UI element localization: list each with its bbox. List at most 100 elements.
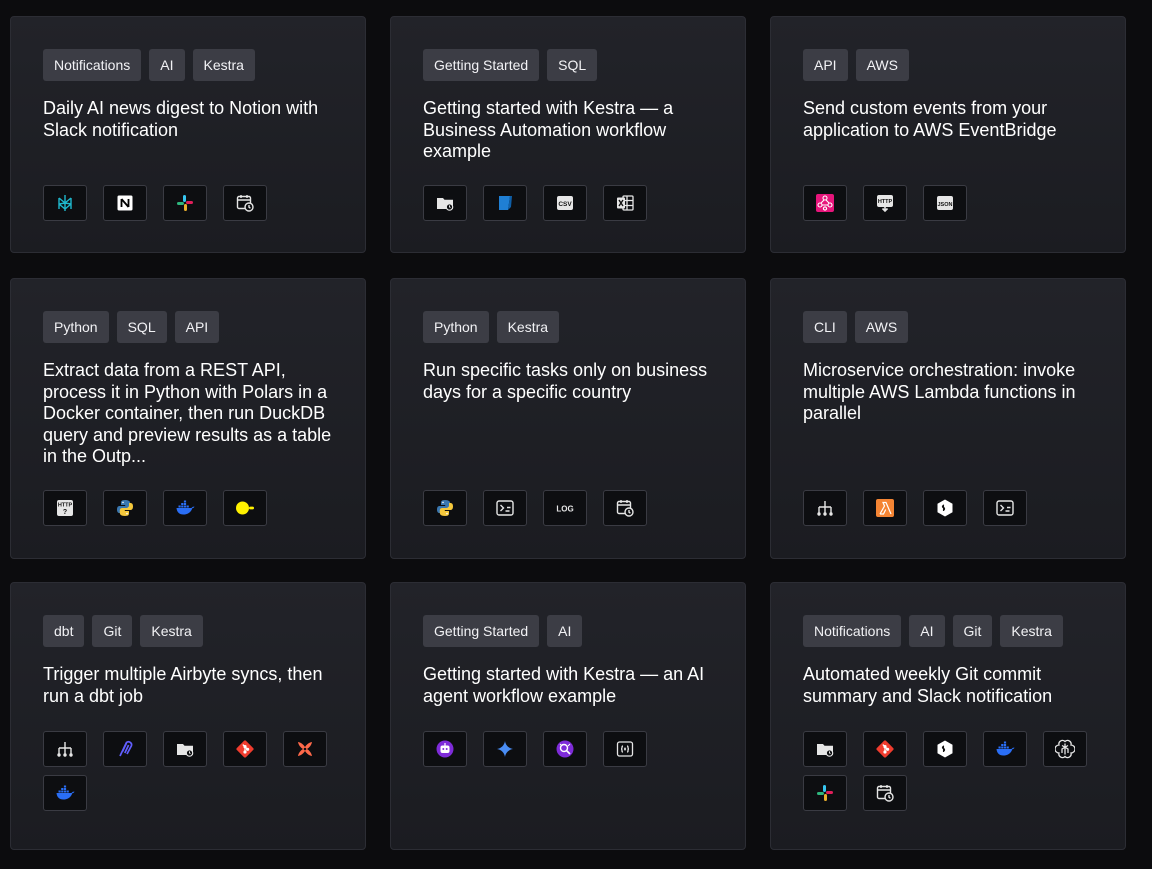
tag-list: Notifications AI Kestra (43, 49, 333, 81)
perplexity-icon (43, 185, 87, 221)
parallel-flow-icon (803, 490, 847, 526)
card-title: Extract data from a REST API, process it… (43, 360, 332, 466)
json-icon: JSON (923, 185, 967, 221)
csv-icon: CSV (543, 185, 587, 221)
folder-icon (163, 731, 207, 767)
card-title: Trigger multiple Airbyte syncs, then run… (43, 664, 323, 706)
tag-python: Python (423, 311, 489, 343)
gemini-icon (483, 731, 527, 767)
folder-icon (803, 731, 847, 767)
blueprint-card[interactable]: Getting Started SQL Getting started with K… (390, 16, 746, 253)
blueprint-card[interactable]: Notifications AI Kestra Daily AI news diges… (10, 16, 366, 253)
card-title: Microservice orchestration: invoke multi… (803, 360, 1076, 423)
folder-icon (423, 185, 467, 221)
sqlite-icon (483, 185, 527, 221)
blueprint-card[interactable]: Python SQL API Extract data from a REST API… (10, 278, 366, 559)
http-request-icon: HTTP? (43, 490, 87, 526)
tag-list: Python SQL API (43, 311, 333, 343)
tag-list: Notifications AI Git Kestra (803, 615, 1093, 647)
tag-git: Git (92, 615, 133, 647)
aws-lambda-icon (863, 490, 907, 526)
docker-icon (163, 490, 207, 526)
tag-list: Python Kestra (423, 311, 713, 343)
docker-icon (983, 731, 1027, 767)
notion-icon (103, 185, 147, 221)
tag-kestra: Kestra (1000, 615, 1063, 647)
tag-api: API (803, 49, 848, 81)
slack-icon (803, 775, 847, 811)
git-icon (863, 731, 907, 767)
plugin-icons (803, 731, 1103, 811)
svg-text:JSON: JSON (938, 202, 953, 208)
card-title: Automated weekly Git commit summary and … (803, 664, 1053, 706)
tag-sql: SQL (547, 49, 598, 81)
plugin-icons: LOG (423, 490, 723, 526)
tag-list: CLI AWS (803, 311, 1093, 343)
openai-icon (1043, 731, 1087, 767)
tag-sql: SQL (116, 311, 167, 343)
svg-text:HTTP: HTTP (58, 503, 73, 509)
plugin-icons (423, 731, 723, 767)
card-title: Getting started with Kestra — an AI agen… (423, 664, 705, 706)
tag-aws: AWS (855, 49, 909, 81)
slack-icon (163, 185, 207, 221)
python-icon (423, 490, 467, 526)
blueprint-card[interactable]: Getting Started AI Getting started with Ke… (390, 582, 746, 850)
svg-text:CSV: CSV (558, 201, 572, 208)
blueprint-card[interactable]: Python Kestra Run specific tasks only on b… (390, 278, 746, 559)
plugin-icons (43, 731, 343, 811)
tag-getting-started: Getting Started (423, 49, 540, 81)
blueprint-card[interactable]: CLI AWS Microservice orchestration: invoke… (770, 278, 1126, 559)
tag-kestra: Kestra (192, 49, 255, 81)
plugin-icons (803, 490, 1103, 526)
blueprint-card[interactable]: API AWS Send custom events from your appli… (770, 16, 1126, 253)
card-title: Send custom events from your application… (803, 98, 1057, 140)
plugin-icons: CSV (423, 185, 723, 221)
svg-text:LOG: LOG (556, 505, 573, 514)
tag-kestra: Kestra (496, 311, 560, 343)
aws-eventbridge-icon (803, 185, 847, 221)
git-icon (223, 731, 267, 767)
tag-dbt: dbt (43, 615, 85, 647)
tag-list: Getting Started AI (423, 615, 713, 647)
svg-text:?: ? (63, 509, 67, 516)
schedule-icon (603, 490, 647, 526)
script-icon (483, 490, 527, 526)
plugin-icons: HTTP JSON (803, 185, 1103, 221)
tag-cli: CLI (803, 311, 847, 343)
tag-kestra: Kestra (140, 615, 203, 647)
shell-icon (923, 731, 967, 767)
variable-icon (603, 731, 647, 767)
card-title: Run specific tasks only on business days… (423, 360, 708, 402)
schedule-icon (863, 775, 907, 811)
dbt-icon (283, 731, 327, 767)
tag-list: dbt Git Kestra (43, 615, 333, 647)
excel-icon (603, 185, 647, 221)
tag-notifications: Notifications (43, 49, 142, 81)
ai-agent-icon (423, 731, 467, 767)
tag-list: API AWS (803, 49, 1093, 81)
tag-notifications: Notifications (803, 615, 902, 647)
web-search-icon (543, 731, 587, 767)
card-title: Getting started with Kestra — a Business… (423, 98, 674, 161)
tag-ai: AI (149, 49, 185, 81)
tag-git: Git (952, 615, 993, 647)
tag-ai: AI (909, 615, 945, 647)
plugin-icons: HTTP? (43, 490, 343, 526)
blueprint-card[interactable]: dbt Git Kestra Trigger multiple Airbyte syn… (10, 582, 366, 850)
tag-getting-started: Getting Started (423, 615, 540, 647)
log-icon: LOG (543, 490, 587, 526)
card-title: Daily AI news digest to Notion with Slac… (43, 98, 319, 140)
blueprint-card[interactable]: Notifications AI Git Kestra Automated weekly… (770, 582, 1126, 850)
docker-icon (43, 775, 87, 811)
airbyte-icon (103, 731, 147, 767)
schedule-icon (223, 185, 267, 221)
duckdb-icon (223, 490, 267, 526)
tag-api: API (174, 311, 220, 343)
tag-list: Getting Started SQL (423, 49, 713, 81)
shell-icon (923, 490, 967, 526)
plugin-icons (43, 185, 343, 221)
parallel-flow-icon (43, 731, 87, 767)
tag-python: Python (43, 311, 109, 343)
tag-ai: AI (547, 615, 583, 647)
